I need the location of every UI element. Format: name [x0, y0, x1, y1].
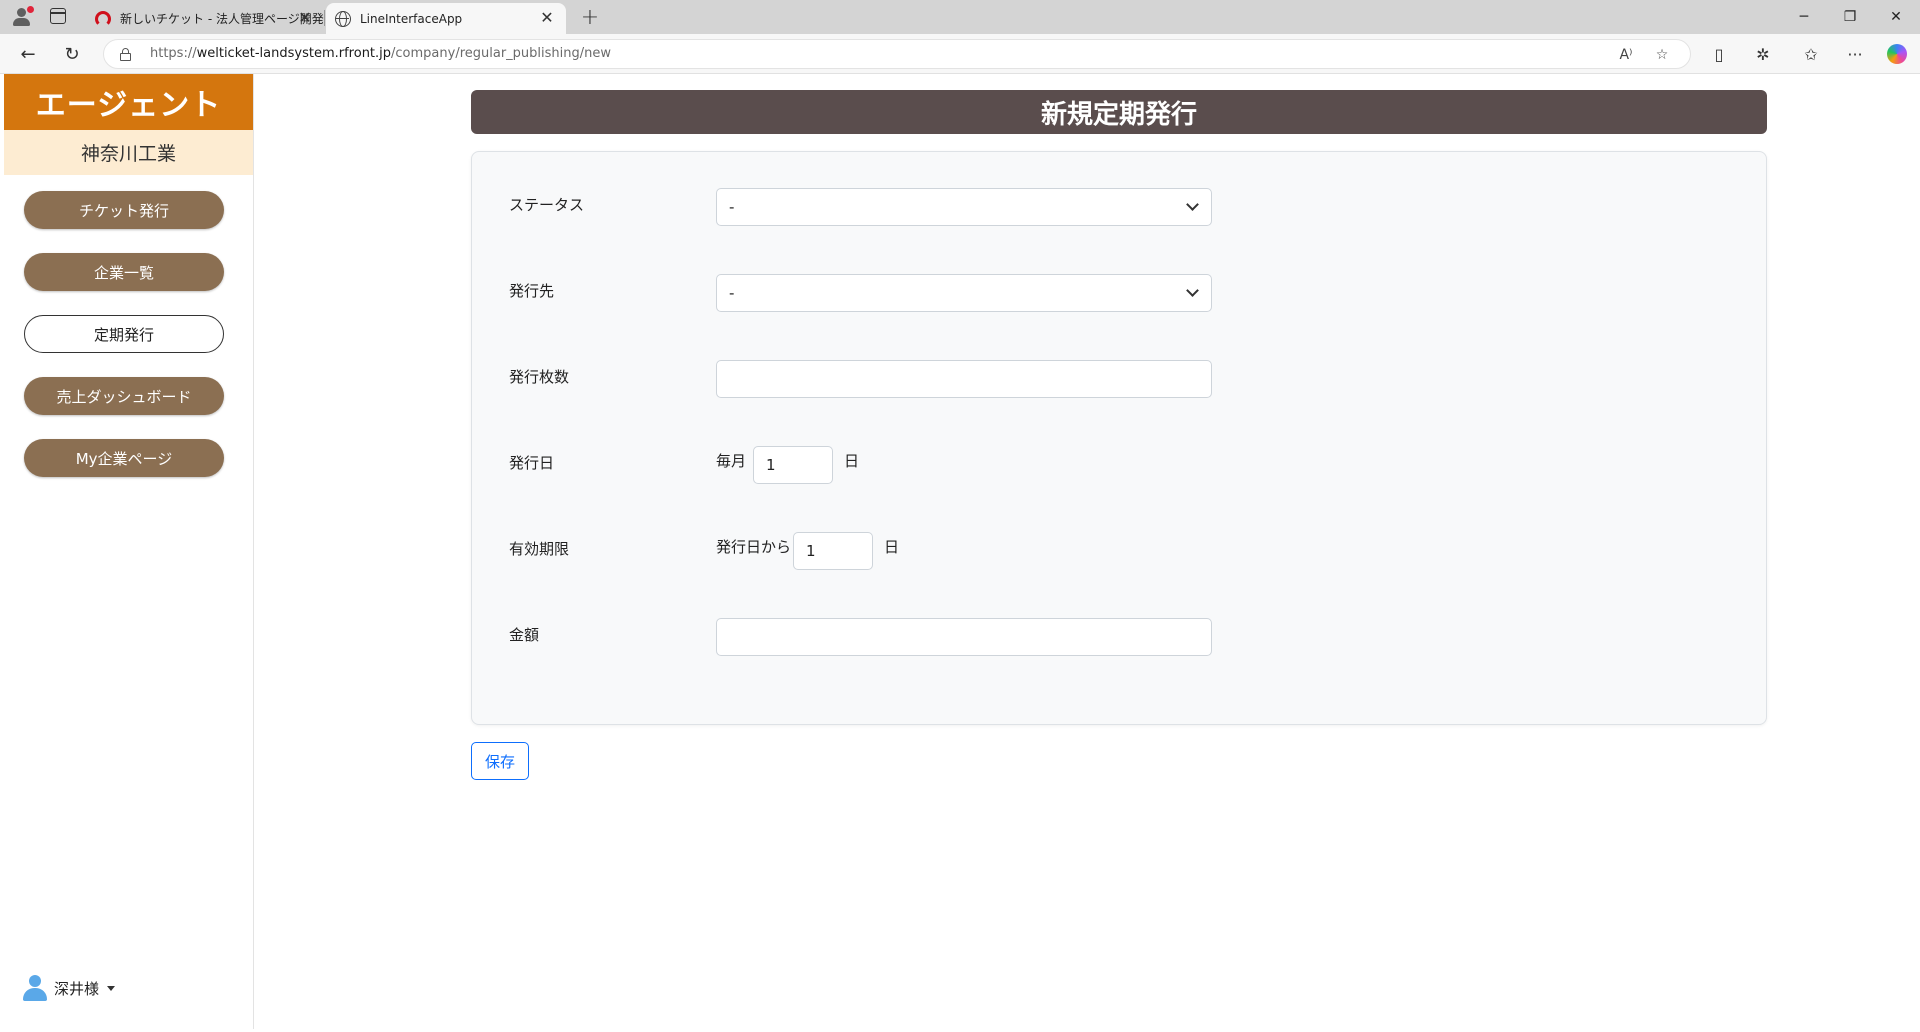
- form-row-quantity: 発行枚数: [509, 360, 1709, 400]
- url-bar[interactable]: https://welticket-landsystem.rfront.jp/c…: [103, 39, 1691, 69]
- chevron-down-icon: [1186, 198, 1199, 211]
- extensions-puzzle-icon[interactable]: ✲: [1752, 43, 1774, 65]
- read-aloud-icon[interactable]: A⁾: [1616, 45, 1636, 65]
- browser-tab-active[interactable]: LineInterfaceApp ✕: [326, 3, 566, 34]
- form-row-destination: 発行先 -: [509, 274, 1709, 314]
- amount-input[interactable]: [716, 618, 1212, 656]
- company-name: 神奈川工業: [4, 130, 253, 175]
- close-window-icon[interactable]: ✕: [1876, 4, 1916, 30]
- expiry-input[interactable]: 1: [793, 532, 873, 570]
- close-tab-icon[interactable]: ✕: [296, 9, 314, 27]
- quantity-input[interactable]: [716, 360, 1212, 398]
- page-title: 新規定期発行: [471, 90, 1767, 134]
- tab-divider: [324, 10, 325, 26]
- sidebar-item-company-list[interactable]: 企業一覧: [24, 253, 224, 291]
- app-window: エージェント 神奈川工業 チケット発行 企業一覧 定期発行 売上ダッシュボード …: [4, 74, 1916, 1029]
- main-content: 新規定期発行 ステータス - 発行先 - 発行枚数 発行日 毎月 1 日 有効期…: [254, 74, 1916, 1029]
- status-selected-value: -: [729, 198, 735, 216]
- sidebar-nav: チケット発行 企業一覧 定期発行 売上ダッシュボード My企業ページ: [4, 175, 253, 477]
- tab-title: 新しいチケット - 法人管理ページ開発: [120, 12, 324, 26]
- more-menu-icon[interactable]: ···: [1844, 43, 1866, 65]
- destination-select[interactable]: -: [716, 274, 1212, 312]
- minimize-icon[interactable]: ─: [1784, 4, 1824, 30]
- lock-icon[interactable]: [120, 48, 131, 61]
- close-tab-icon[interactable]: ✕: [538, 9, 556, 27]
- expiry-suffix: 日: [884, 538, 900, 556]
- form-row-status: ステータス -: [509, 188, 1709, 228]
- issue-day-label: 発行日: [509, 454, 555, 472]
- refresh-icon[interactable]: ↻: [60, 42, 84, 66]
- sidebar-item-my-company-page[interactable]: My企業ページ: [24, 439, 224, 477]
- redmine-favicon-icon: [95, 11, 111, 27]
- destination-label: 発行先: [509, 282, 555, 300]
- chevron-down-icon: [1186, 284, 1199, 297]
- form-row-expiry: 有効期限 発行日から 1 日: [509, 532, 1709, 572]
- amount-label: 金額: [509, 626, 540, 644]
- regular-publishing-form: ステータス - 発行先 - 発行枚数 発行日 毎月 1 日 有効期限 発行日から…: [471, 151, 1767, 725]
- globe-favicon-icon: [335, 11, 351, 27]
- browser-tab-bar: 新しいチケット - 法人管理ページ開発 ✕ LineInterfaceApp ✕…: [0, 0, 1920, 34]
- sidebar-item-sales-dashboard[interactable]: 売上ダッシュボード: [24, 377, 224, 415]
- restore-icon[interactable]: ❐: [1830, 4, 1870, 30]
- back-arrow-icon[interactable]: ←: [16, 42, 40, 66]
- caret-down-icon: [107, 985, 116, 991]
- sidebar-item-ticket-issue[interactable]: チケット発行: [24, 191, 224, 229]
- user-menu[interactable]: 深井様: [22, 973, 116, 1003]
- quantity-label: 発行枚数: [509, 368, 570, 386]
- destination-selected-value: -: [729, 284, 735, 302]
- new-tab-plus-icon[interactable]: +: [578, 5, 602, 30]
- status-label: ステータス: [509, 196, 585, 214]
- form-row-issue-day: 発行日 毎月 1 日: [509, 446, 1709, 486]
- browser-tab-ticket[interactable]: 新しいチケット - 法人管理ページ開発 ✕: [86, 3, 324, 34]
- sidebar-item-regular-publishing[interactable]: 定期発行: [24, 315, 224, 353]
- user-name: 深井様: [54, 979, 100, 998]
- tab-title: LineInterfaceApp: [360, 11, 463, 26]
- sidebar: エージェント 神奈川工業 チケット発行 企業一覧 定期発行 売上ダッシュボード …: [4, 74, 254, 1029]
- expiry-label: 有効期限: [509, 540, 570, 558]
- url-text[interactable]: https://welticket-landsystem.rfront.jp/c…: [150, 46, 611, 61]
- user-avatar-icon: [22, 973, 48, 1003]
- form-row-amount: 金額: [509, 618, 1709, 658]
- reading-view-icon[interactable]: ▯: [1708, 43, 1730, 65]
- save-button[interactable]: 保存: [471, 742, 529, 780]
- favorites-bar-icon[interactable]: ✩: [1800, 43, 1822, 65]
- profile-icon[interactable]: [10, 5, 34, 29]
- issue-day-prefix: 毎月: [716, 452, 747, 470]
- issue-day-input[interactable]: 1: [753, 446, 833, 484]
- favorite-star-icon[interactable]: ☆: [1652, 45, 1672, 65]
- expiry-prefix: 発行日から: [716, 538, 792, 556]
- status-select[interactable]: -: [716, 188, 1212, 226]
- brand-title: エージェント: [4, 74, 253, 130]
- copilot-icon[interactable]: [1886, 43, 1908, 65]
- issue-day-suffix: 日: [844, 452, 860, 470]
- tab-actions-icon[interactable]: [50, 8, 66, 24]
- browser-address-bar: ← ↻ https://welticket-landsystem.rfront.…: [0, 34, 1920, 74]
